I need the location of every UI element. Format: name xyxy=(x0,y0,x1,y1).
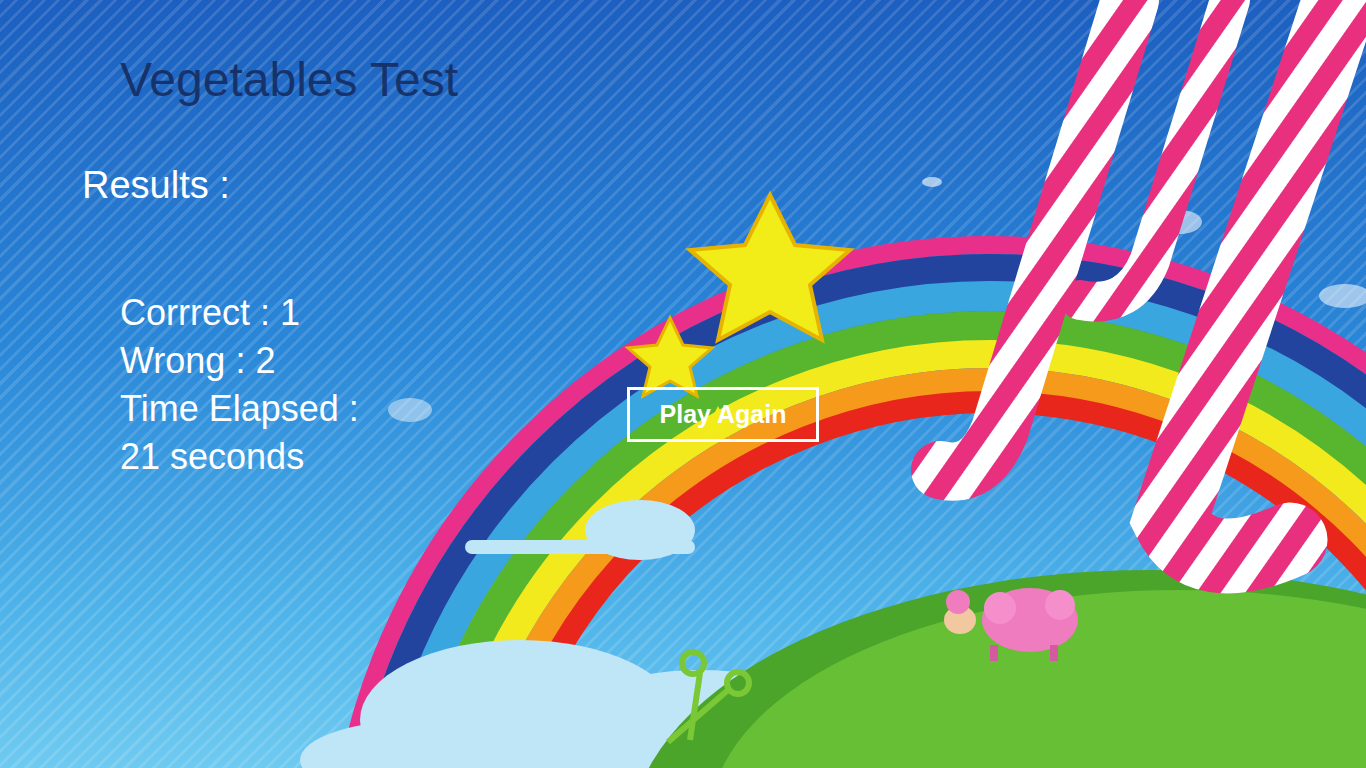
button-group: Play Again xyxy=(627,289,819,442)
result-line: Corrrect : 1 xyxy=(120,289,627,337)
scene-background-icon xyxy=(0,0,1366,768)
app-title: Vegetables Test xyxy=(120,51,1366,109)
result-line: Wrong : 2 xyxy=(120,337,627,385)
play-again-button[interactable]: Play Again xyxy=(627,387,819,442)
results-list: Corrrect : 1Wrong : 2Time Elapsed :21 se… xyxy=(0,289,627,481)
result-line: 21 seconds xyxy=(120,433,627,481)
results-heading: Results : xyxy=(82,162,1366,208)
results-section: Corrrect : 1Wrong : 2Time Elapsed :21 se… xyxy=(0,289,1366,481)
result-line: Time Elapsed : xyxy=(120,385,627,433)
